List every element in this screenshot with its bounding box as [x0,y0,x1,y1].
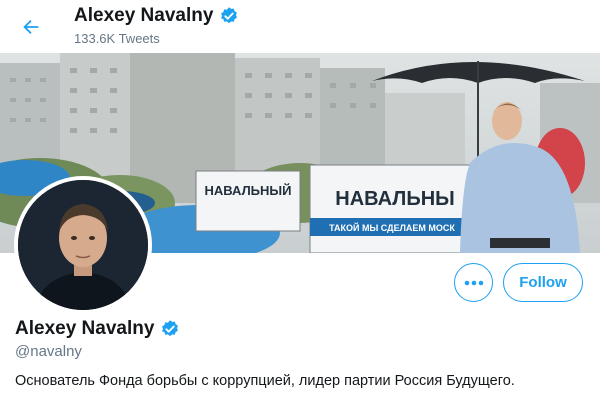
profile-name: Alexey Navalny [15,318,180,340]
banner-sign-right: НАВАЛЬНЫ [335,188,454,210]
profile-handle: @navalny [15,343,82,360]
more-options-button[interactable] [454,263,493,302]
verified-badge-icon [221,7,238,24]
header-name: Alexey Navalny [74,5,214,26]
tweet-count: 133.6K Tweets [74,31,160,46]
verified-badge-icon [162,320,179,337]
banner-sign-left: НАВАЛЬНЫЙ [205,183,292,198]
profile-avatar[interactable] [14,176,152,314]
follow-button[interactable]: Follow [503,263,583,302]
more-horizontal-icon [464,280,483,285]
profile-bio: Основатель Фонда борьбы с коррупцией, ли… [15,373,515,389]
profile-name-text: Alexey Navalny [15,318,155,339]
profile-top-bar: Alexey Navalny 133.6K Tweets [0,0,600,53]
arrow-left-icon [23,19,39,35]
header-title: Alexey Navalny [74,5,239,27]
avatar-photo [18,180,148,310]
back-button[interactable] [14,10,48,44]
banner-sign-tagline: ТАКОЙ МЫ СДЕЛАЕМ МОСК [329,222,455,233]
